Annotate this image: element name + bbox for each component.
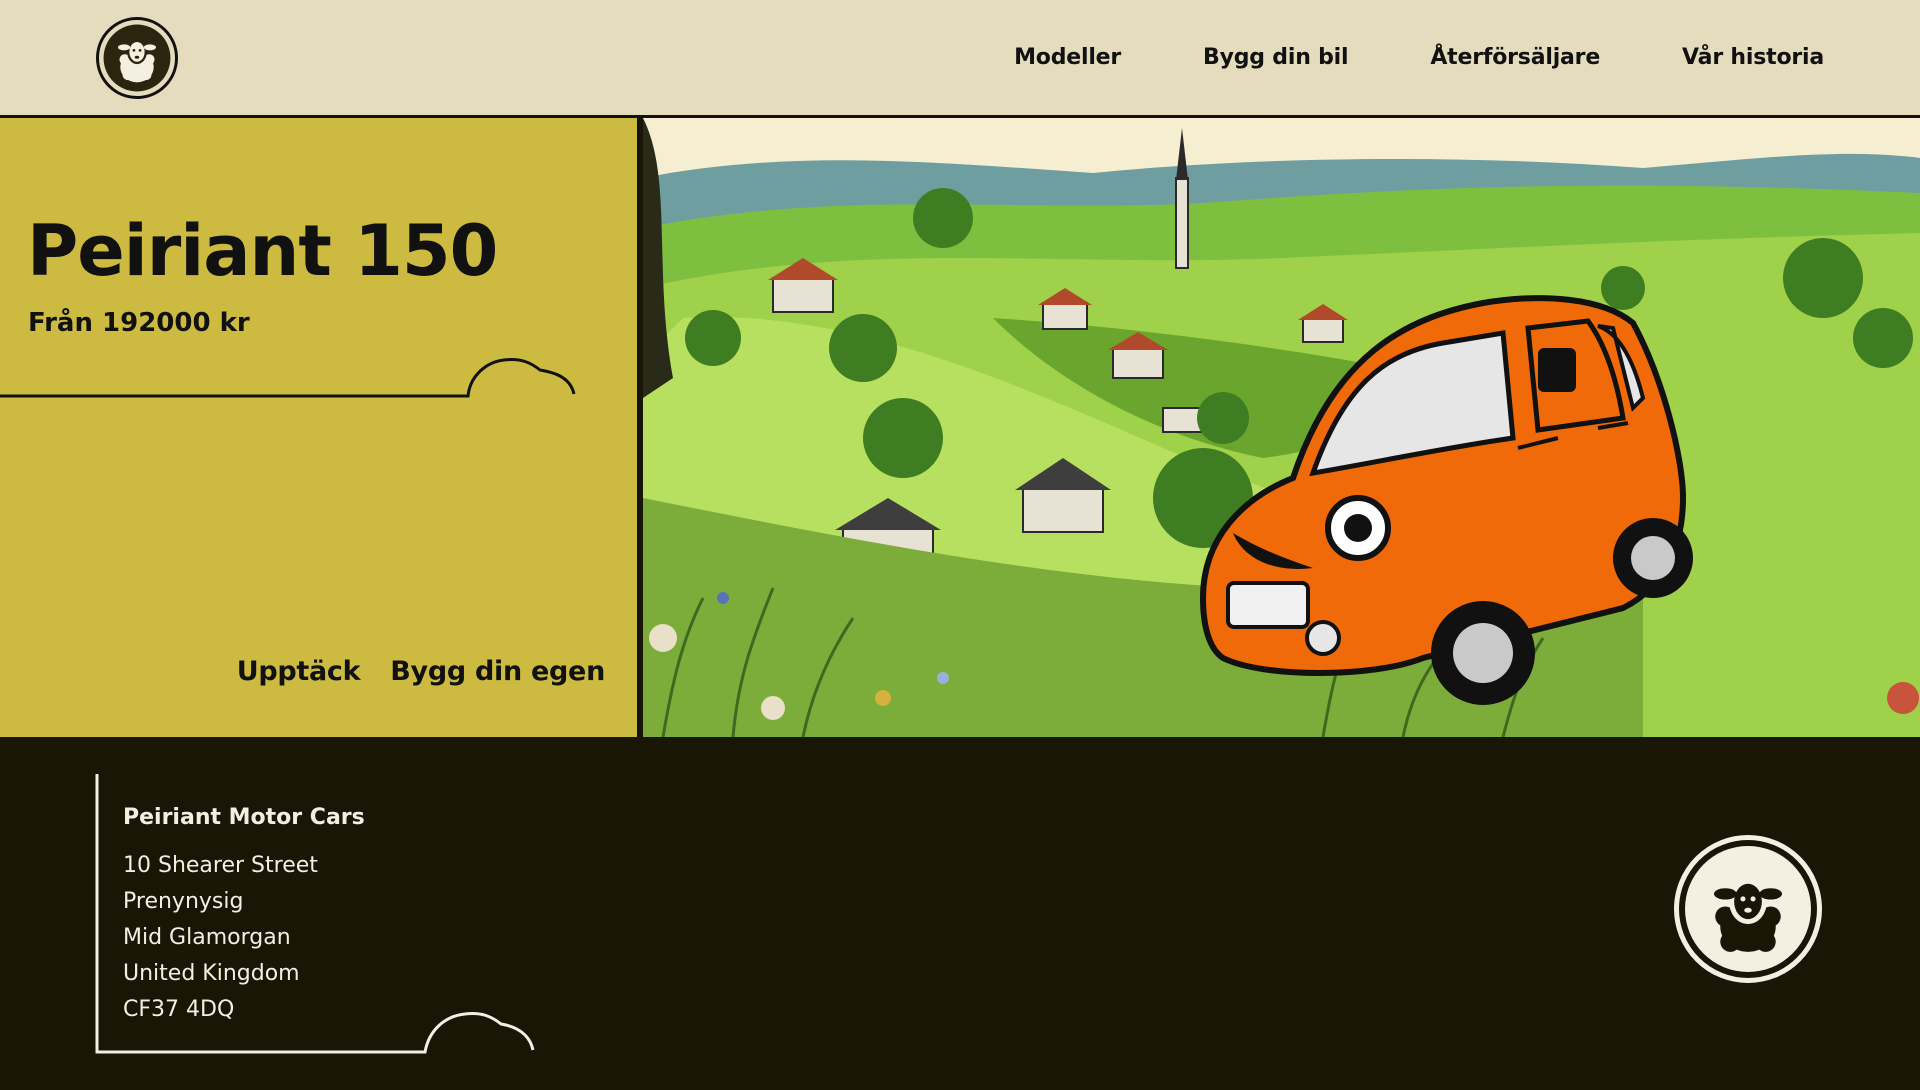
nav-link-modeller[interactable]: Modeller	[1014, 45, 1121, 70]
company-address: Peiriant Motor Cars 10 Shearer Street Pr…	[123, 805, 365, 1028]
hero-title: Peiriant 150	[27, 210, 498, 292]
address-line: Prenynysig	[123, 889, 244, 914]
hero-panel: Peiriant 150 Från 192000 kr Upptäck Bygg…	[0, 118, 640, 737]
nav-link-bygg-din-bil[interactable]: Bygg din bil	[1203, 45, 1349, 70]
discover-link[interactable]: Upptäck	[237, 656, 361, 687]
sheep-logo-icon[interactable]	[96, 17, 178, 99]
sheep-logo-icon	[1674, 835, 1822, 983]
address-line: United Kingdom	[123, 961, 300, 986]
nav-link-var-historia[interactable]: Vår historia	[1682, 45, 1824, 70]
hero-image	[643, 118, 1920, 737]
address-line: CF37 4DQ	[123, 997, 235, 1022]
main-nav: Modeller Bygg din bil Återförsäljare Vår…	[1014, 0, 1824, 115]
nav-link-aterforsaljare[interactable]: Återförsäljare	[1430, 45, 1600, 70]
car-outline-divider	[0, 358, 576, 398]
company-name: Peiriant Motor Cars	[123, 805, 365, 830]
build-your-own-link[interactable]: Bygg din egen	[390, 656, 605, 687]
hero-actions: Upptäck Bygg din egen	[237, 656, 606, 687]
site-footer: Peiriant Motor Cars 10 Shearer Street Pr…	[0, 737, 1920, 1090]
address-line: 10 Shearer Street	[123, 853, 318, 878]
site-header: Modeller Bygg din bil Återförsäljare Vår…	[0, 0, 1920, 118]
hero-price: Från 192000 kr	[28, 308, 250, 338]
address-line: Mid Glamorgan	[123, 925, 291, 950]
